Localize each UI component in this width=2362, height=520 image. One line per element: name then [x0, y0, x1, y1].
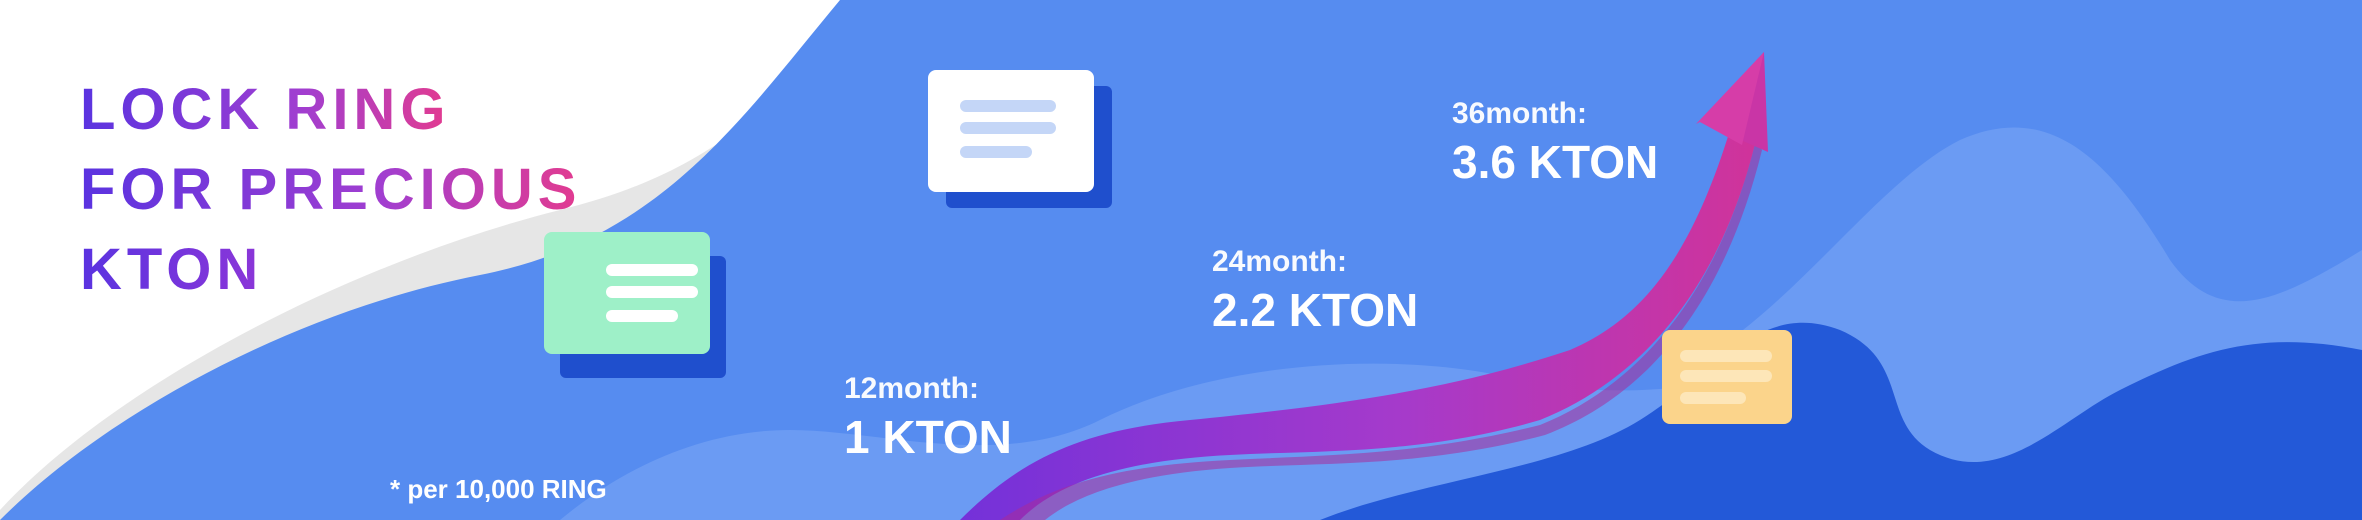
document-card-icon — [928, 70, 1113, 210]
banner-title: LOCK RING FOR PRECIOUS KTON — [80, 70, 582, 310]
milestone-label: 24month: — [1212, 245, 1347, 278]
title-line-3: KTON — [80, 230, 263, 310]
milestone-value: 1 KTON — [844, 411, 1012, 463]
milestone-24-months: 24month: 2.2 KTON — [1212, 242, 1418, 338]
title-line-1: LOCK RING — [80, 70, 450, 150]
footnote: * per 10,000 RING — [390, 474, 607, 504]
milestone-label: 12month: — [844, 372, 979, 405]
title-line-2: FOR PRECIOUS — [80, 150, 582, 230]
milestone-value: 2.2 KTON — [1212, 284, 1419, 336]
milestone-12-months: 12month: 1 KTON — [844, 369, 1012, 465]
milestone-label: 36month: — [1452, 97, 1587, 130]
milestone-value: 3.6 KTON — [1452, 136, 1659, 188]
promo-banner: LOCK RING FOR PRECIOUS KTON 12month: 1 K… — [0, 0, 2362, 520]
milestone-36-months: 36month: 3.6 KTON — [1452, 94, 1658, 190]
document-card-icon — [544, 232, 729, 380]
document-card-icon — [1662, 330, 1792, 426]
